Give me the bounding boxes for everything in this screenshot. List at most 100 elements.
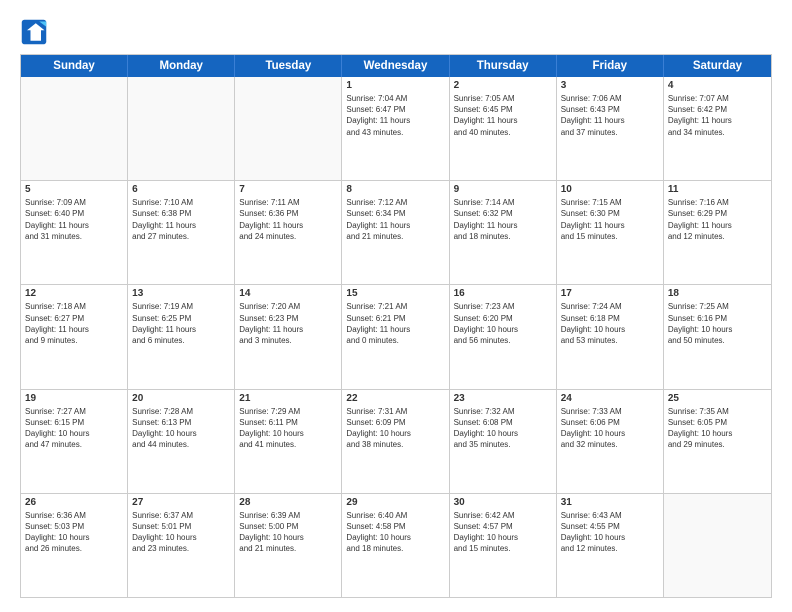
- calendar-week-row: 19 Sunrise: 7:27 AM Sunset: 6:15 PM Dayli…: [21, 390, 771, 494]
- calendar-page: SundayMondayTuesdayWednesdayThursdayFrid…: [0, 0, 792, 612]
- calendar-day-cell: 4 Sunrise: 7:07 AM Sunset: 6:42 PM Daylig…: [664, 77, 771, 180]
- calendar-day-cell: 8Sunrise: 7:12 AM Sunset: 6:34 PM Daylig…: [342, 181, 449, 284]
- day-number: 6: [132, 184, 230, 195]
- calendar-week-row: 5 Sunrise: 7:09 AM Sunset: 6:40 PM Daylig…: [21, 181, 771, 285]
- day-info: Sunrise: 6:43 AM Sunset: 4:55 PM Dayligh…: [561, 510, 659, 555]
- weekday-header: Saturday: [664, 55, 771, 77]
- day-number: 23: [454, 393, 552, 404]
- calendar-day-cell: [664, 494, 771, 597]
- calendar-day-cell: 20 Sunrise: 7:28 AM Sunset: 6:13 PM Dayli…: [128, 390, 235, 493]
- calendar-day-cell: 11Sunrise: 7:16 AM Sunset: 6:29 PM Dayli…: [664, 181, 771, 284]
- calendar-day-cell: 14Sunrise: 7:20 AM Sunset: 6:23 PM Dayli…: [235, 285, 342, 388]
- day-number: 18: [668, 288, 767, 299]
- weekday-header: Thursday: [450, 55, 557, 77]
- day-number: 21: [239, 393, 337, 404]
- day-number: 31: [561, 497, 659, 508]
- day-info: Sunrise: 7:05 AM Sunset: 6:45 PM Dayligh…: [454, 93, 552, 138]
- day-info: Sunrise: 7:28 AM Sunset: 6:13 PM Dayligh…: [132, 406, 230, 451]
- calendar-header: SundayMondayTuesdayWednesdayThursdayFrid…: [21, 55, 771, 77]
- day-number: 16: [454, 288, 552, 299]
- day-number: 24: [561, 393, 659, 404]
- day-info: Sunrise: 7:10 AM Sunset: 6:38 PM Dayligh…: [132, 197, 230, 242]
- day-info: Sunrise: 6:40 AM Sunset: 4:58 PM Dayligh…: [346, 510, 444, 555]
- day-number: 5: [25, 184, 123, 195]
- day-number: 27: [132, 497, 230, 508]
- day-info: Sunrise: 6:39 AM Sunset: 5:00 PM Dayligh…: [239, 510, 337, 555]
- calendar: SundayMondayTuesdayWednesdayThursdayFrid…: [20, 54, 772, 598]
- calendar-week-row: 26 Sunrise: 6:36 AM Sunset: 5:03 PM Dayli…: [21, 494, 771, 597]
- calendar-day-cell: 31 Sunrise: 6:43 AM Sunset: 4:55 PM Dayli…: [557, 494, 664, 597]
- calendar-day-cell: 23 Sunrise: 7:32 AM Sunset: 6:08 PM Dayli…: [450, 390, 557, 493]
- day-info: Sunrise: 7:06 AM Sunset: 6:43 PM Dayligh…: [561, 93, 659, 138]
- day-number: 12: [25, 288, 123, 299]
- calendar-day-cell: 15Sunrise: 7:21 AM Sunset: 6:21 PM Dayli…: [342, 285, 449, 388]
- day-info: Sunrise: 7:25 AM Sunset: 6:16 PM Dayligh…: [668, 301, 767, 346]
- calendar-day-cell: 21 Sunrise: 7:29 AM Sunset: 6:11 PM Dayli…: [235, 390, 342, 493]
- day-number: 29: [346, 497, 444, 508]
- day-info: Sunrise: 7:32 AM Sunset: 6:08 PM Dayligh…: [454, 406, 552, 451]
- calendar-day-cell: 25Sunrise: 7:35 AM Sunset: 6:05 PM Dayli…: [664, 390, 771, 493]
- calendar-day-cell: [235, 77, 342, 180]
- calendar-day-cell: 24 Sunrise: 7:33 AM Sunset: 6:06 PM Dayli…: [557, 390, 664, 493]
- day-number: 22: [346, 393, 444, 404]
- day-number: 4: [668, 80, 767, 91]
- calendar-day-cell: 18 Sunrise: 7:25 AM Sunset: 6:16 PM Dayli…: [664, 285, 771, 388]
- day-number: 20: [132, 393, 230, 404]
- calendar-day-cell: [21, 77, 128, 180]
- day-info: Sunrise: 7:09 AM Sunset: 6:40 PM Dayligh…: [25, 197, 123, 242]
- day-info: Sunrise: 6:36 AM Sunset: 5:03 PM Dayligh…: [25, 510, 123, 555]
- logo: [20, 18, 52, 46]
- day-number: 3: [561, 80, 659, 91]
- day-info: Sunrise: 7:33 AM Sunset: 6:06 PM Dayligh…: [561, 406, 659, 451]
- calendar-day-cell: 2 Sunrise: 7:05 AM Sunset: 6:45 PM Daylig…: [450, 77, 557, 180]
- day-info: Sunrise: 7:07 AM Sunset: 6:42 PM Dayligh…: [668, 93, 767, 138]
- weekday-header: Friday: [557, 55, 664, 77]
- day-info: Sunrise: 7:31 AM Sunset: 6:09 PM Dayligh…: [346, 406, 444, 451]
- weekday-header: Tuesday: [235, 55, 342, 77]
- day-number: 17: [561, 288, 659, 299]
- calendar-day-cell: 5 Sunrise: 7:09 AM Sunset: 6:40 PM Daylig…: [21, 181, 128, 284]
- calendar-week-row: 1 Sunrise: 7:04 AM Sunset: 6:47 PM Daylig…: [21, 77, 771, 181]
- day-info: Sunrise: 7:23 AM Sunset: 6:20 PM Dayligh…: [454, 301, 552, 346]
- calendar-day-cell: 22 Sunrise: 7:31 AM Sunset: 6:09 PM Dayli…: [342, 390, 449, 493]
- day-number: 10: [561, 184, 659, 195]
- weekday-header: Monday: [128, 55, 235, 77]
- calendar-day-cell: 30Sunrise: 6:42 AM Sunset: 4:57 PM Dayli…: [450, 494, 557, 597]
- calendar-day-cell: 19 Sunrise: 7:27 AM Sunset: 6:15 PM Dayli…: [21, 390, 128, 493]
- calendar-day-cell: 29 Sunrise: 6:40 AM Sunset: 4:58 PM Dayli…: [342, 494, 449, 597]
- calendar-day-cell: 28Sunrise: 6:39 AM Sunset: 5:00 PM Dayli…: [235, 494, 342, 597]
- calendar-day-cell: 7 Sunrise: 7:11 AM Sunset: 6:36 PM Daylig…: [235, 181, 342, 284]
- day-number: 1: [346, 80, 444, 91]
- calendar-body: 1 Sunrise: 7:04 AM Sunset: 6:47 PM Daylig…: [21, 77, 771, 597]
- day-info: Sunrise: 7:18 AM Sunset: 6:27 PM Dayligh…: [25, 301, 123, 346]
- day-number: 2: [454, 80, 552, 91]
- logo-icon: [20, 18, 48, 46]
- day-number: 14: [239, 288, 337, 299]
- day-number: 15: [346, 288, 444, 299]
- page-header: [20, 18, 772, 46]
- day-number: 30: [454, 497, 552, 508]
- weekday-header: Sunday: [21, 55, 128, 77]
- calendar-day-cell: 26 Sunrise: 6:36 AM Sunset: 5:03 PM Dayli…: [21, 494, 128, 597]
- day-info: Sunrise: 7:19 AM Sunset: 6:25 PM Dayligh…: [132, 301, 230, 346]
- day-info: Sunrise: 7:16 AM Sunset: 6:29 PM Dayligh…: [668, 197, 767, 242]
- calendar-day-cell: 3 Sunrise: 7:06 AM Sunset: 6:43 PM Daylig…: [557, 77, 664, 180]
- day-info: Sunrise: 7:15 AM Sunset: 6:30 PM Dayligh…: [561, 197, 659, 242]
- day-number: 26: [25, 497, 123, 508]
- day-info: Sunrise: 7:11 AM Sunset: 6:36 PM Dayligh…: [239, 197, 337, 242]
- day-number: 25: [668, 393, 767, 404]
- day-number: 9: [454, 184, 552, 195]
- calendar-day-cell: 17Sunrise: 7:24 AM Sunset: 6:18 PM Dayli…: [557, 285, 664, 388]
- day-info: Sunrise: 7:04 AM Sunset: 6:47 PM Dayligh…: [346, 93, 444, 138]
- day-number: 13: [132, 288, 230, 299]
- calendar-day-cell: 6 Sunrise: 7:10 AM Sunset: 6:38 PM Daylig…: [128, 181, 235, 284]
- calendar-day-cell: 10 Sunrise: 7:15 AM Sunset: 6:30 PM Dayli…: [557, 181, 664, 284]
- weekday-header: Wednesday: [342, 55, 449, 77]
- day-number: 8: [346, 184, 444, 195]
- day-info: Sunrise: 7:27 AM Sunset: 6:15 PM Dayligh…: [25, 406, 123, 451]
- day-info: Sunrise: 7:14 AM Sunset: 6:32 PM Dayligh…: [454, 197, 552, 242]
- day-number: 19: [25, 393, 123, 404]
- day-info: Sunrise: 7:29 AM Sunset: 6:11 PM Dayligh…: [239, 406, 337, 451]
- day-number: 7: [239, 184, 337, 195]
- calendar-day-cell: 1 Sunrise: 7:04 AM Sunset: 6:47 PM Daylig…: [342, 77, 449, 180]
